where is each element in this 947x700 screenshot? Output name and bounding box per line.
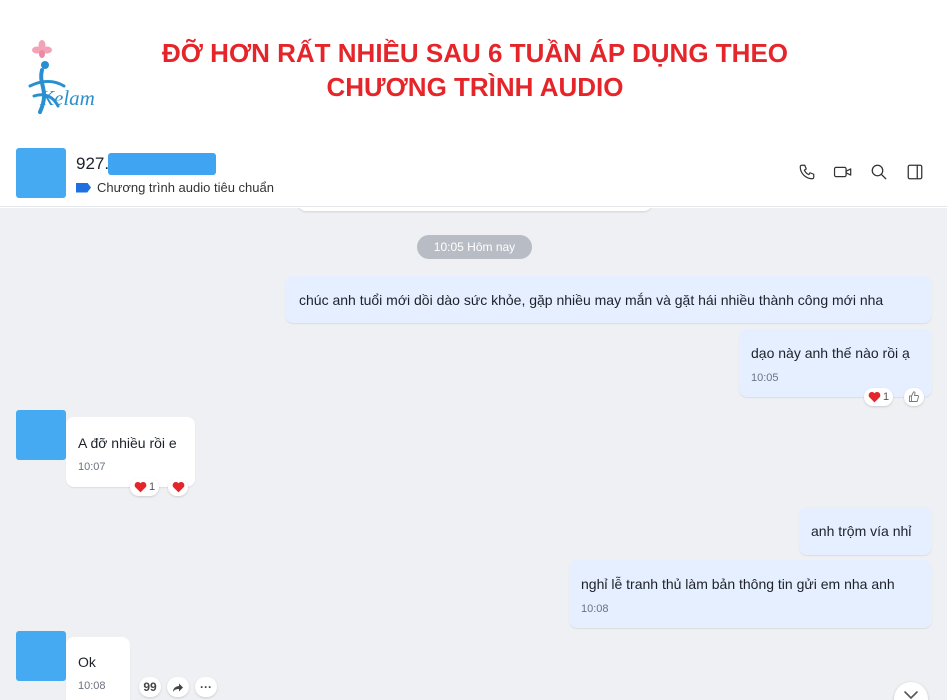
phone-icon xyxy=(799,164,815,180)
contact-tag[interactable]: Chương trình audio tiêu chuẩn xyxy=(76,180,274,195)
time-separator: 10:05 Hôm nay xyxy=(417,235,532,259)
reaction-count: 1 xyxy=(883,391,890,403)
heart-icon xyxy=(134,481,147,493)
contact-tag-label: Chương trình audio tiêu chuẩn xyxy=(97,180,274,195)
thumbs-up-icon xyxy=(909,391,919,402)
incoming-message[interactable]: Ok 10:08 xyxy=(66,637,130,700)
reaction-summary[interactable]: 1 xyxy=(864,388,894,406)
call-button[interactable] xyxy=(797,162,817,182)
quote-button[interactable]: 99 xyxy=(139,677,161,697)
contact-avatar[interactable] xyxy=(16,148,66,198)
chevron-down-icon xyxy=(904,691,918,700)
promo-banner: Kelam ĐỠ HƠN RẤT NHIỀU SAU 6 TUẦN ÁP DỤN… xyxy=(0,0,947,140)
heart-icon xyxy=(172,481,184,493)
header-actions xyxy=(797,162,925,182)
reaction-summary[interactable]: 1 xyxy=(130,478,160,496)
message-text: anh trộm vía nhỉ xyxy=(811,523,912,539)
heart-icon xyxy=(868,391,881,403)
reaction-count: 1 xyxy=(149,481,156,493)
tag-icon xyxy=(76,182,91,193)
message-time: 10:07 xyxy=(78,461,106,473)
video-call-button[interactable] xyxy=(833,162,853,182)
add-reaction-button[interactable] xyxy=(904,388,924,406)
outgoing-message[interactable]: nghỉ lễ tranh thủ làm bản thông tin gửi … xyxy=(569,560,932,628)
page-title: ĐỠ HƠN RẤT NHIỀU SAU 6 TUẦN ÁP DỤNG THEO… xyxy=(120,36,830,104)
sender-avatar[interactable] xyxy=(16,631,66,681)
previous-message-card[interactable] xyxy=(298,208,652,211)
name-redaction xyxy=(108,153,216,175)
more-actions-button[interactable]: ··· xyxy=(195,677,217,697)
sidebar-toggle-icon xyxy=(907,164,923,180)
toggle-sidebar-button[interactable] xyxy=(905,162,925,182)
message-time: 10:08 xyxy=(78,680,106,692)
message-text: Ok xyxy=(78,654,96,670)
sender-avatar[interactable] xyxy=(16,410,66,460)
search-button[interactable] xyxy=(869,162,889,182)
contact-name[interactable]: 927. xyxy=(76,154,109,174)
headline-line-1: ĐỠ HƠN RẤT NHIỀU SAU 6 TUẦN ÁP DỤNG THEO xyxy=(161,38,789,68)
headline-line-2: CHƯƠNG TRÌNH AUDIO xyxy=(326,72,624,102)
add-reaction-button[interactable] xyxy=(168,478,188,496)
outgoing-message[interactable]: dạo này anh thế nào rồi ạ 10:05 xyxy=(739,329,932,397)
incoming-message[interactable]: A đỡ nhiều rồi e 10:07 xyxy=(66,417,195,487)
search-icon xyxy=(871,164,887,180)
video-icon xyxy=(833,166,852,178)
message-text: chúc anh tuổi mới dồi dào sức khỏe, gặp … xyxy=(299,292,884,308)
message-time: 10:05 xyxy=(751,372,779,384)
outgoing-message[interactable]: chúc anh tuổi mới dồi dào sức khỏe, gặp … xyxy=(285,276,932,323)
chat-header: 927. Chương trình audio tiêu chuẩn xyxy=(0,140,947,207)
message-time: 10:08 xyxy=(581,603,609,615)
message-text: nghỉ lễ tranh thủ làm bản thông tin gửi … xyxy=(581,576,895,592)
forward-button[interactable] xyxy=(167,677,189,697)
chat-messages[interactable]: 10:05 Hôm nay chúc anh tuổi mới dồi dào … xyxy=(0,208,947,700)
outgoing-message[interactable]: anh trộm vía nhỉ xyxy=(799,507,932,555)
logo-text: Kelam xyxy=(40,86,95,110)
message-text: A đỡ nhiều rồi e xyxy=(78,435,177,451)
scroll-to-bottom-button[interactable] xyxy=(894,682,928,700)
message-text: dạo này anh thế nào rồi ạ xyxy=(751,345,910,361)
forward-icon xyxy=(173,683,183,692)
